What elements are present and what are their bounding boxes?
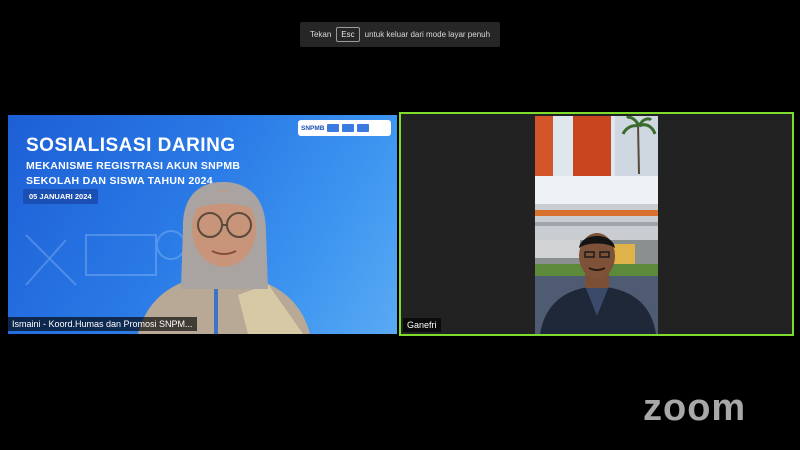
virtual-background-image <box>535 116 658 334</box>
exit-fullscreen-toast: Tekan Esc untuk keluar dari mode layar p… <box>300 22 500 47</box>
esc-key-badge: Esc <box>336 27 360 42</box>
sponsor-logo-strip: SNPMB <box>298 120 391 136</box>
speaker-video-feed <box>535 116 658 334</box>
partner-logo-icon <box>327 124 340 132</box>
toast-prefix: Tekan <box>309 30 332 39</box>
participant-video-tile-left[interactable]: SOSIALISASI DARING MEKANISME REGISTRASI … <box>8 115 397 334</box>
speaker-video-feed <box>138 182 310 334</box>
participant-name-label: Ganefri <box>403 318 441 332</box>
partner-logo-icon <box>342 124 355 132</box>
banner-title: SOSIALISASI DARING <box>26 135 236 156</box>
partner-logo-icon <box>357 124 370 132</box>
banner-date: 05 JANUARI 2024 <box>23 189 98 204</box>
snpmb-logo: SNPMB <box>301 124 325 132</box>
zoom-logo: zoom <box>643 390 746 424</box>
toast-suffix: untuk keluar dari mode layar penuh <box>364 30 491 39</box>
banner-subtitle-line-1: MEKANISME REGISTRASI AKUN SNPMB <box>26 160 241 172</box>
zoom-logo-text: zoom <box>643 390 746 424</box>
participant-name-label: Ismaini - Koord.Humas dan Promosi SNPM..… <box>8 317 197 331</box>
participant-video-tile-right[interactable]: Ganefri <box>399 112 794 336</box>
